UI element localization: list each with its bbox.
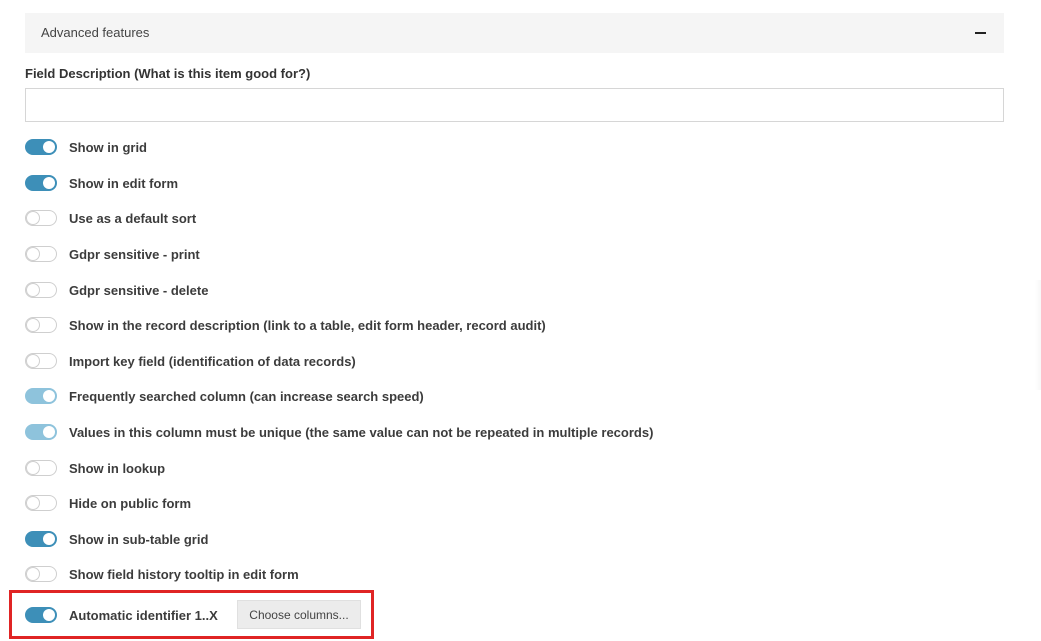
field-description-input[interactable] xyxy=(25,88,1004,122)
toggle-label: Values in this column must be unique (th… xyxy=(69,424,654,440)
toggle-label: Show in the record description (link to … xyxy=(69,317,546,333)
toggle-knob xyxy=(27,248,39,260)
toggle-knob xyxy=(43,533,55,545)
toggle-switch[interactable] xyxy=(25,210,57,226)
toggle-switch[interactable] xyxy=(25,460,57,476)
edge-shadow xyxy=(1035,280,1041,390)
toggle-knob xyxy=(43,390,55,402)
toggle-switch[interactable] xyxy=(25,246,57,262)
toggle-switch[interactable] xyxy=(25,388,57,404)
toggle-row[interactable]: Values in this column must be unique (th… xyxy=(25,422,653,442)
toggle-row[interactable]: Show in sub-table grid xyxy=(25,529,208,549)
toggle-switch[interactable] xyxy=(25,495,57,511)
toggle-label: Show in lookup xyxy=(69,460,166,476)
advanced-features-header[interactable]: Advanced features xyxy=(25,13,1004,53)
toggle-knob xyxy=(27,319,39,331)
toggle-switch[interactable] xyxy=(25,139,57,155)
collapse-minus-icon[interactable] xyxy=(975,32,986,34)
toggle-label: Gdpr sensitive - delete xyxy=(69,282,209,298)
toggle-row[interactable]: Show in lookup xyxy=(25,458,165,478)
toggle-knob xyxy=(27,568,39,580)
toggle-label: Hide on public form xyxy=(69,495,192,511)
toggle-knob xyxy=(27,284,39,296)
toggle-switch[interactable] xyxy=(25,282,57,298)
toggle-label: Show field history tooltip in edit form xyxy=(69,566,299,582)
toggle-row[interactable]: Show in the record description (link to … xyxy=(25,315,546,335)
toggle-row[interactable]: Import key field (identification of data… xyxy=(25,351,356,371)
toggle-switch[interactable] xyxy=(25,175,57,191)
toggle-label: Show in sub-table grid xyxy=(69,531,209,547)
toggle-label: Import key field (identification of data… xyxy=(69,353,356,369)
toggle-switch[interactable] xyxy=(25,566,57,582)
toggle-label: Use as a default sort xyxy=(69,210,197,226)
toggle-knob xyxy=(27,355,39,367)
toggle-row[interactable]: Show in edit form xyxy=(25,173,178,193)
toggle-row[interactable]: Gdpr sensitive - print xyxy=(25,244,200,264)
toggle-knob xyxy=(43,141,55,153)
toggle-row[interactable]: Frequently searched column (can increase… xyxy=(25,386,424,406)
toggle-knob xyxy=(27,212,39,224)
toggle-knob xyxy=(27,462,39,474)
field-description-label: Field Description (What is this item goo… xyxy=(25,66,311,81)
choose-columns-button[interactable]: Choose columns... xyxy=(237,600,361,629)
toggle-label: Frequently searched column (can increase… xyxy=(69,388,424,404)
toggle-row[interactable]: Show field history tooltip in edit form xyxy=(25,564,299,584)
toggle-row[interactable]: Hide on public form xyxy=(25,493,191,513)
toggle-label: Show in grid xyxy=(69,139,147,155)
toggle-switch[interactable] xyxy=(25,353,57,369)
toggle-row[interactable]: Gdpr sensitive - delete xyxy=(25,280,208,300)
toggle-knob xyxy=(43,426,55,438)
toggle-knob xyxy=(43,177,55,189)
toggle-label: Show in edit form xyxy=(69,175,179,191)
panel-title: Advanced features xyxy=(41,25,150,40)
toggle-label: Gdpr sensitive - print xyxy=(69,246,200,262)
toggle-row[interactable]: Show in grid xyxy=(25,137,147,157)
toggle-row[interactable]: Use as a default sort xyxy=(25,208,196,228)
toggle-switch[interactable] xyxy=(25,531,57,547)
toggle-switch[interactable] xyxy=(25,424,57,440)
toggle-switch[interactable] xyxy=(25,317,57,333)
toggle-knob xyxy=(27,497,39,509)
